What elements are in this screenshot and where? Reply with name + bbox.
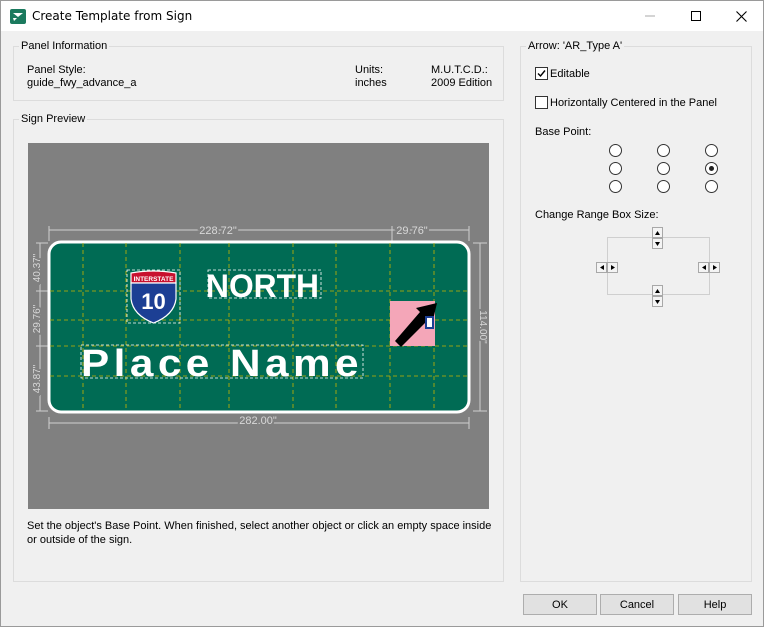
dim-bottom: 282.00" bbox=[239, 415, 277, 427]
sign-preview-canvas[interactable]: 228.72" 29.76" 282.00" 40.37" 29.76" 43.… bbox=[28, 143, 489, 509]
base-point-middle-right[interactable] bbox=[705, 162, 718, 175]
base-point-bottom-left[interactable] bbox=[609, 180, 622, 193]
dim-left-1: 40.37" bbox=[32, 253, 43, 282]
hcenter-label[interactable]: Horizontally Centered in the Panel bbox=[550, 97, 717, 110]
title-bar[interactable]: Create Template from Sign bbox=[1, 1, 763, 31]
ok-button[interactable]: OK bbox=[523, 594, 597, 615]
editable-checkbox[interactable] bbox=[535, 67, 548, 80]
mutcd-value: 2009 Edition bbox=[431, 77, 493, 89]
range-left-left-button[interactable] bbox=[596, 262, 607, 273]
range-box-label: Change Range Box Size: bbox=[535, 209, 659, 221]
base-point-middle-center[interactable] bbox=[657, 162, 670, 175]
arrow-up-icon bbox=[655, 230, 660, 235]
arrow-right-icon bbox=[712, 265, 717, 270]
app-logo-icon bbox=[10, 9, 26, 24]
shield-number: 10 bbox=[141, 289, 165, 314]
range-bottom-down-button[interactable] bbox=[652, 296, 663, 307]
checkmark-icon bbox=[537, 70, 546, 78]
close-button[interactable] bbox=[718, 1, 764, 31]
destination-text[interactable]: Place Name bbox=[81, 343, 363, 385]
arrow-down-icon bbox=[655, 241, 660, 246]
arrow-left-icon bbox=[701, 265, 706, 270]
range-left-right-button[interactable] bbox=[607, 262, 618, 273]
sign-drawing[interactable]: 228.72" 29.76" 282.00" 40.37" 29.76" 43.… bbox=[28, 143, 489, 509]
dim-top-right: 29.76" bbox=[396, 225, 428, 237]
arrow-right-icon bbox=[610, 265, 615, 270]
range-right-left-button[interactable] bbox=[698, 262, 709, 273]
arrow-up-icon bbox=[655, 288, 660, 293]
maximize-icon bbox=[691, 11, 701, 21]
base-point-bottom-center[interactable] bbox=[657, 180, 670, 193]
base-point-top-right[interactable] bbox=[705, 144, 718, 157]
base-point-top-center[interactable] bbox=[657, 144, 670, 157]
arrow-left-icon bbox=[599, 265, 604, 270]
editable-label[interactable]: Editable bbox=[550, 68, 590, 81]
sign-preview-label: Sign Preview bbox=[19, 113, 88, 126]
dim-left-2: 29.76" bbox=[32, 304, 43, 333]
range-bottom-up-button[interactable] bbox=[652, 285, 663, 296]
arrow-object[interactable] bbox=[390, 301, 437, 347]
maximize-button[interactable] bbox=[673, 1, 719, 31]
mutcd-label: M.U.T.C.D.: bbox=[431, 64, 488, 76]
minimize-button[interactable] bbox=[627, 1, 673, 31]
base-point-label: Base Point: bbox=[535, 126, 592, 138]
dim-left-3: 43.87" bbox=[32, 364, 43, 393]
help-button[interactable]: Help bbox=[678, 594, 752, 615]
window-title: Create Template from Sign bbox=[32, 9, 193, 23]
arrow-down-icon bbox=[655, 299, 660, 304]
panel-information-label: Panel Information bbox=[19, 40, 110, 53]
range-top-down-button[interactable] bbox=[652, 238, 663, 249]
panel-style-value: guide_fwy_advance_a bbox=[27, 77, 137, 89]
direction-text[interactable]: NORTH bbox=[206, 268, 319, 304]
hcenter-checkbox[interactable] bbox=[535, 96, 548, 109]
shield-banner: INTERSTATE bbox=[134, 276, 175, 283]
units-value: inches bbox=[355, 77, 387, 89]
close-icon bbox=[735, 10, 747, 22]
minimize-icon bbox=[645, 15, 655, 17]
dialog-window: Create Template from Sign Panel Informat… bbox=[0, 0, 764, 627]
base-point-bottom-right[interactable] bbox=[705, 180, 718, 193]
units-label: Units: bbox=[355, 64, 384, 76]
instructions-text: Set the object's Base Point. When finish… bbox=[27, 520, 492, 546]
base-point-middle-left[interactable] bbox=[609, 162, 622, 175]
base-point-top-left[interactable] bbox=[609, 144, 622, 157]
dim-top-main: 228.72" bbox=[199, 225, 237, 237]
dim-right: 114.00" bbox=[477, 310, 488, 344]
panel-style-label: Panel Style: bbox=[27, 64, 86, 76]
cancel-button[interactable]: Cancel bbox=[600, 594, 674, 615]
range-top-up-button[interactable] bbox=[652, 227, 663, 238]
range-right-right-button[interactable] bbox=[709, 262, 720, 273]
arrow-properties-label: Arrow: 'AR_Type A' bbox=[526, 40, 625, 53]
